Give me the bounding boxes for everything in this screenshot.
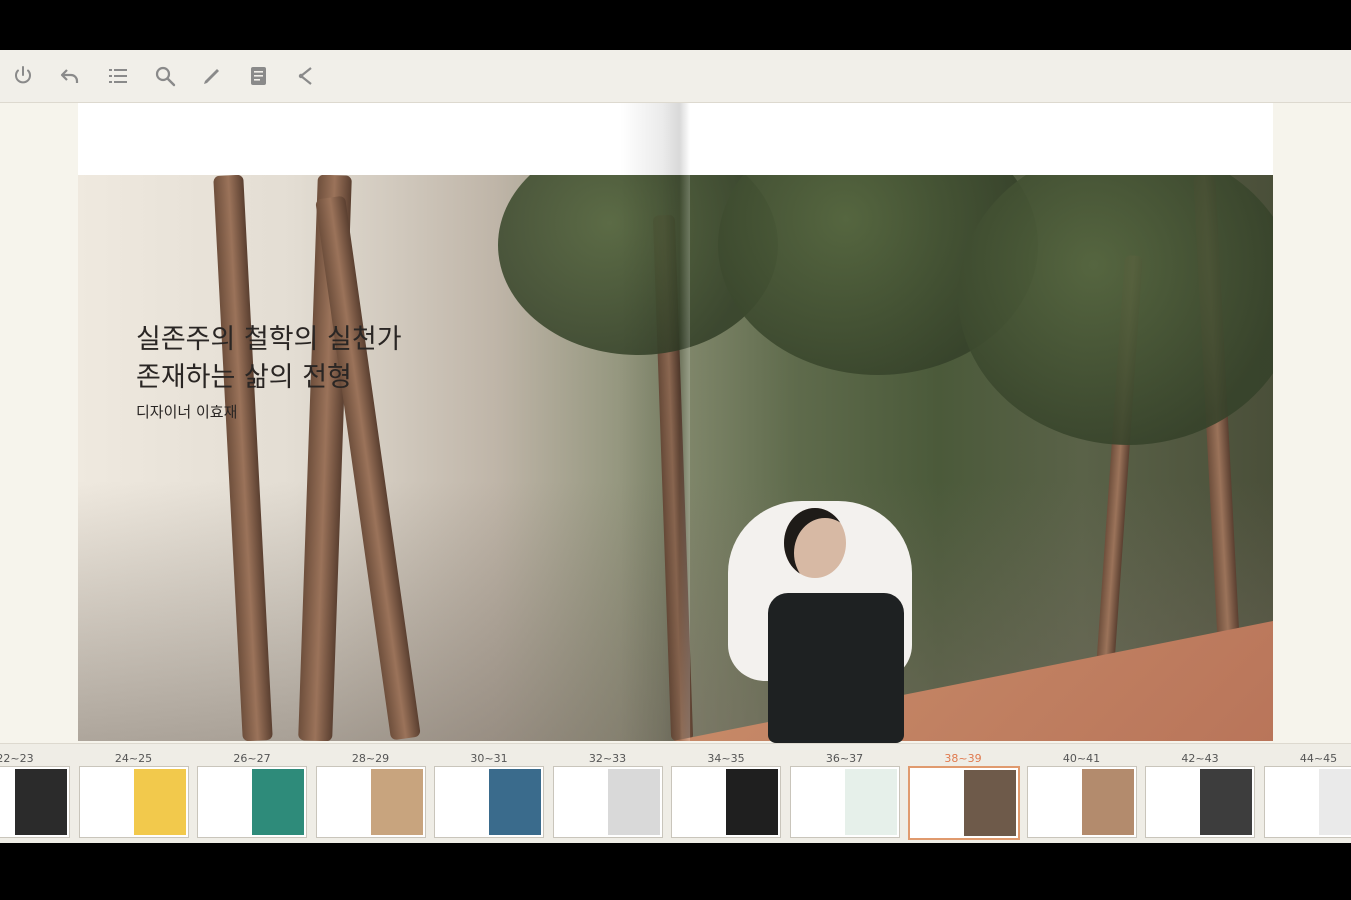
thumbnail-page-range: 42~43 <box>1181 752 1219 765</box>
notes-icon <box>251 67 266 85</box>
notes-button[interactable] <box>245 62 273 90</box>
share-icon <box>298 67 312 85</box>
thumbnail-page-range: 24~25 <box>114 752 153 765</box>
thumbnail-26~27[interactable]: 26~27 <box>197 752 307 838</box>
thumbnail-image <box>1026 766 1137 838</box>
headline-line-1: 실존주의 철학의 실천가 <box>136 324 402 355</box>
toolbar <box>0 50 1351 103</box>
headline-line-2: 존재하는 삶의 전형 <box>136 362 352 393</box>
thumbnail-44~45[interactable]: 44~45 <box>1263 752 1351 838</box>
thumbnail-38~39[interactable]: 38~39 <box>908 752 1020 840</box>
thumbnail-image <box>1145 766 1255 838</box>
thumbnail-24~25[interactable]: 24~25 <box>78 752 189 838</box>
thumbnail-page-range: 32~33 <box>588 752 627 765</box>
list-icon <box>109 69 127 83</box>
back-icon <box>60 69 79 83</box>
thumbnail-36~37[interactable]: 36~37 <box>789 752 900 838</box>
thumbnail-strip[interactable]: 22~23 24~25 26~27 28~29 30~31 32~33 34~35 36~37… <box>0 743 1351 844</box>
thumbnail-22~23[interactable]: 22~23 <box>0 752 70 838</box>
thumbnail-page-range: 44~45 <box>1299 752 1338 765</box>
pen-button[interactable] <box>198 62 226 90</box>
thumbnail-page-range: 38~39 <box>944 752 982 765</box>
thumbnail-page-range: 36~37 <box>825 752 864 765</box>
thumbnail-page-range: 34~35 <box>707 752 745 765</box>
thumbnail-32~33[interactable]: 32~33 <box>552 752 663 838</box>
back-button[interactable] <box>56 62 84 90</box>
thumbnail-page-range: 26~27 <box>233 752 271 765</box>
spread-photo <box>78 175 1273 741</box>
thumbnail-image <box>789 766 900 838</box>
thumbnail-image <box>197 766 307 838</box>
thumbnail-page-range: 22~23 <box>0 752 34 765</box>
pen-icon <box>204 69 219 84</box>
thumbnail-image <box>78 766 189 838</box>
article-headline: 실존주의 철학의 실천가 존재하는 삶의 전형 <box>136 321 402 397</box>
bottom-bar <box>0 843 1351 900</box>
thumbnail-28~29[interactable]: 28~29 <box>315 752 426 838</box>
thumbnail-30~31[interactable]: 30~31 <box>434 752 544 838</box>
share-button[interactable] <box>292 62 320 90</box>
thumbnail-40~41[interactable]: 40~41 <box>1026 752 1137 838</box>
thumbnail-image <box>434 766 544 838</box>
thumbnail-image <box>908 766 1020 840</box>
thumbnail-42~43[interactable]: 42~43 <box>1145 752 1255 838</box>
search-button[interactable] <box>151 62 179 90</box>
thumbnail-page-range: 30~31 <box>470 752 508 765</box>
article-byline: 디자이너 이효재 <box>136 403 238 421</box>
power-button[interactable] <box>9 62 37 90</box>
thumbnail-page-range: 28~29 <box>351 752 390 765</box>
thumbnail-image <box>0 766 70 838</box>
thumbnail-image <box>315 766 426 838</box>
thumbnail-image <box>671 766 781 838</box>
thumbnail-34~35[interactable]: 34~35 <box>671 752 781 838</box>
thumbnail-image <box>1263 766 1351 838</box>
thumbnail-page-range: 40~41 <box>1062 752 1101 765</box>
power-icon <box>15 66 31 84</box>
thumbnail-image <box>552 766 663 838</box>
list-button[interactable] <box>104 62 132 90</box>
page-viewer[interactable]: 실존주의 철학의 실천가 존재하는 삶의 전형 디자이너 이효재 <box>0 103 1351 743</box>
search-icon <box>155 66 176 87</box>
